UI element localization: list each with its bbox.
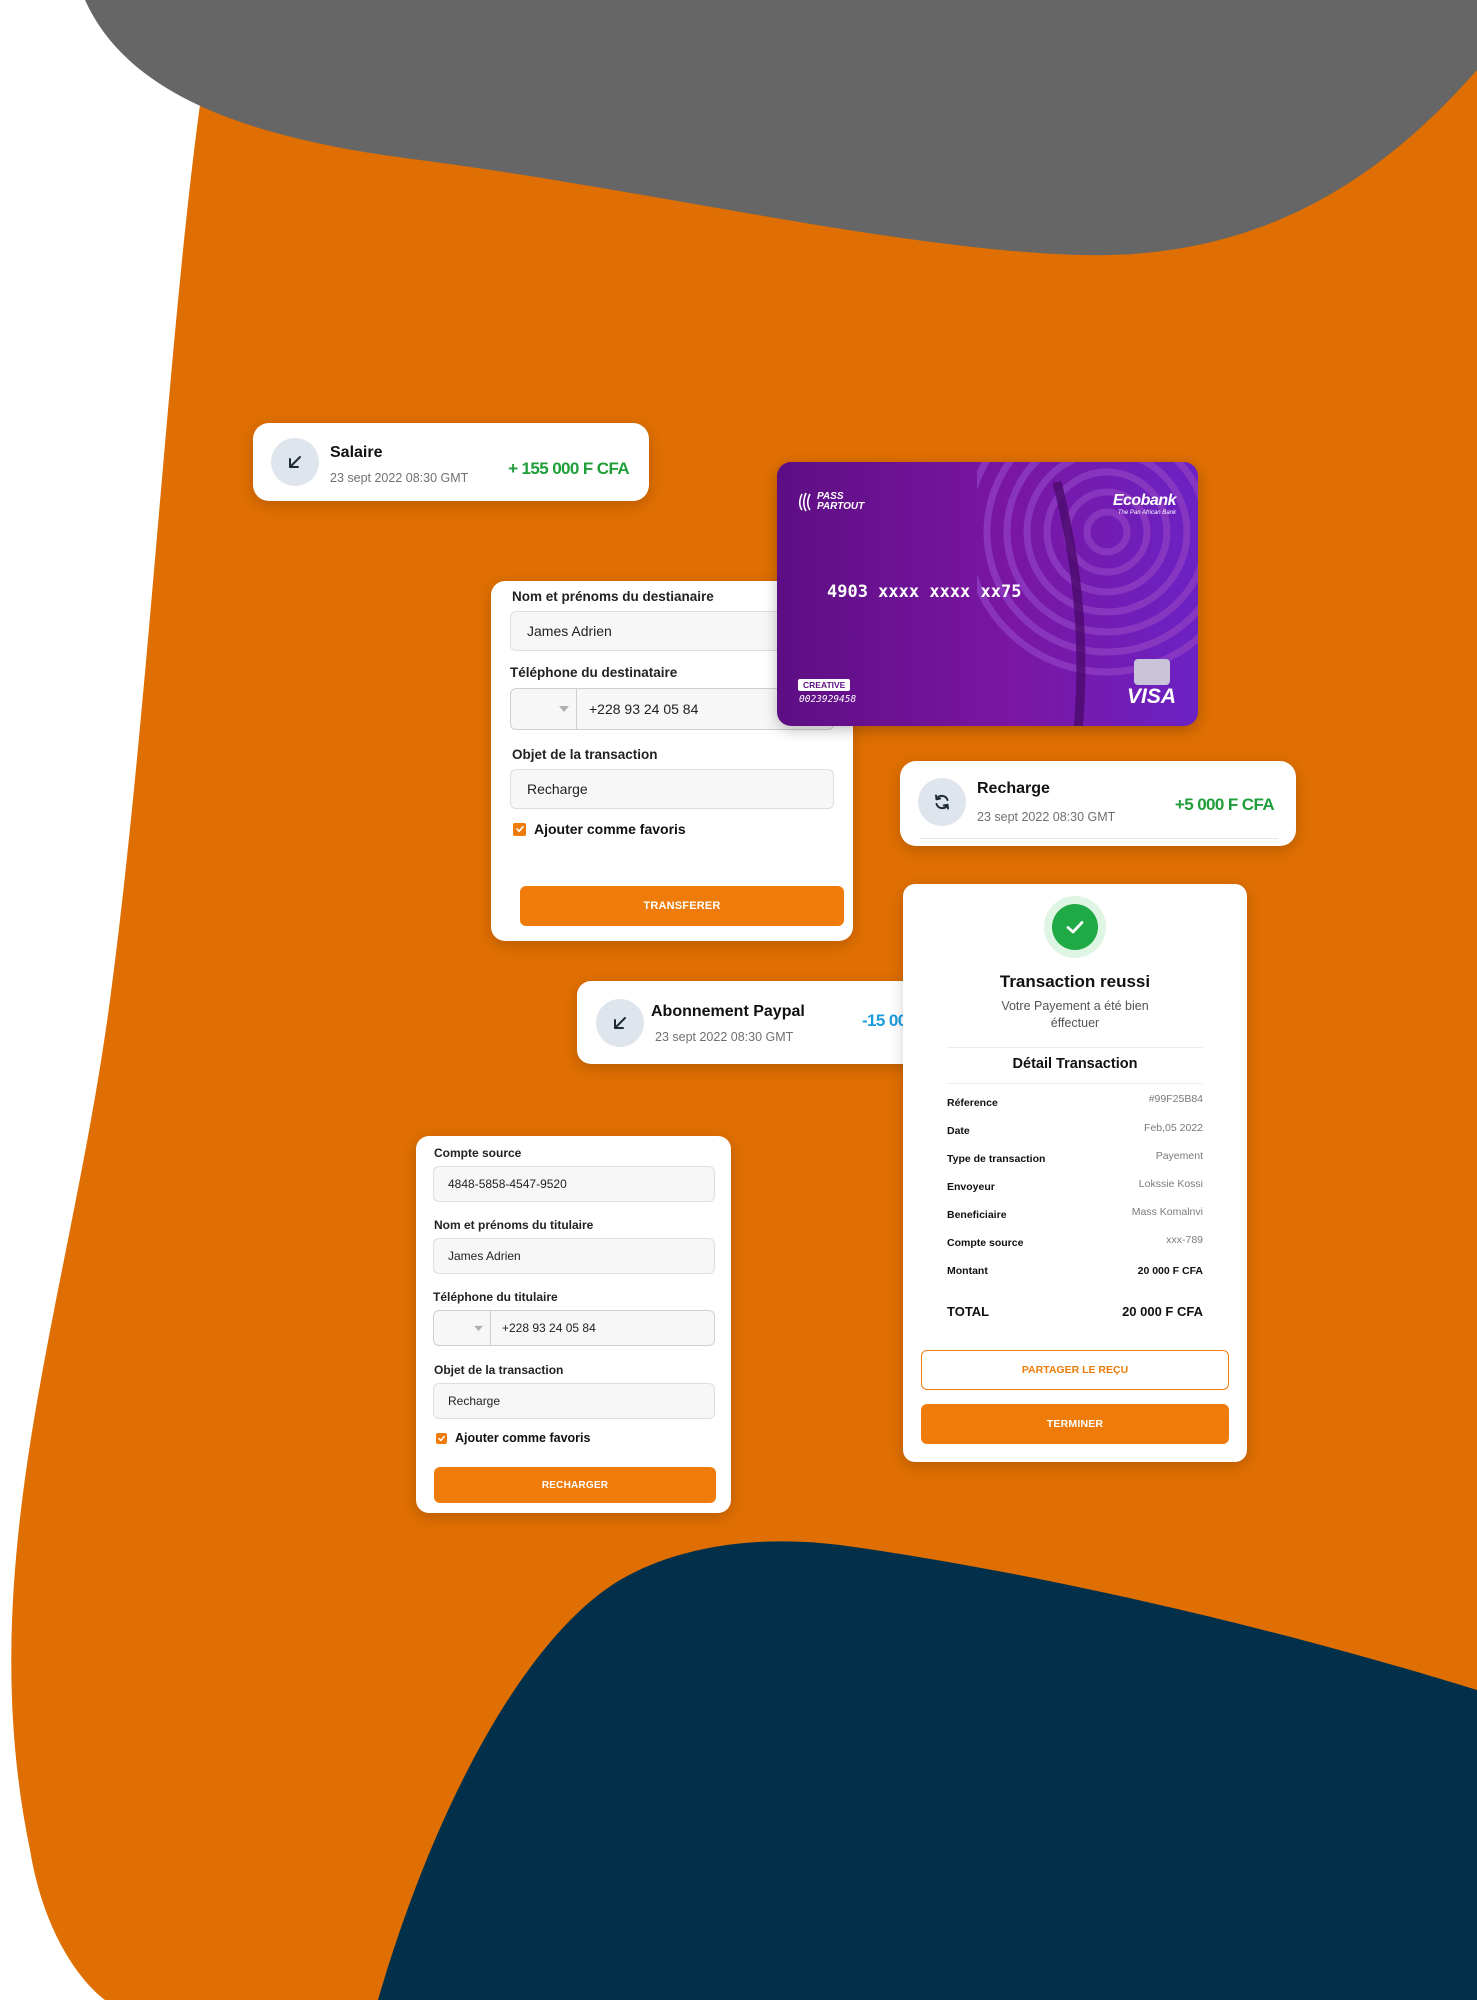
transaction-date: 23 sept 2022 08:30 GMT <box>655 1030 794 1044</box>
favorite-label: Ajouter comme favoris <box>534 821 686 837</box>
favorite-checkbox-row[interactable]: Ajouter comme favoris <box>436 1431 590 1445</box>
chevron-down-icon <box>474 1325 483 1331</box>
recharge-button[interactable]: RECHARGER <box>434 1467 716 1503</box>
detail-row-value: Lokssie Kossi <box>1138 1178 1203 1190</box>
refresh-icon <box>918 778 966 826</box>
favorite-checkbox-row[interactable]: Ajouter comme favoris <box>513 821 686 837</box>
share-receipt-button[interactable]: PARTAGER LE REÇU <box>921 1350 1229 1390</box>
phone-number-value: +228 93 24 05 84 <box>589 701 699 717</box>
transaction-date: 23 sept 2022 08:30 GMT <box>977 810 1116 824</box>
success-badge <box>1044 896 1106 958</box>
holder-phone-label: Téléphone du titulaire <box>433 1290 558 1304</box>
detail-row-label: Beneficiaire <box>947 1209 1007 1221</box>
checkbox-checked-icon[interactable] <box>513 822 526 836</box>
transaction-amount: + 155 000 F CFA <box>508 459 630 478</box>
transaction-title: Salaire <box>330 444 383 461</box>
visa-logo: VISA <box>1126 685 1176 708</box>
source-account-field[interactable]: 4848-5858-4547-9520 <box>433 1166 715 1202</box>
transaction-date: 23 sept 2022 08:30 GMT <box>330 471 469 485</box>
receipt-card: Transaction reussi Votre Payement a été … <box>903 884 1247 1462</box>
receipt-subtitle-line2: éffectuer <box>1050 1016 1100 1030</box>
recipient-phone-label: Téléphone du destinataire <box>510 665 678 680</box>
detail-row-value: Payement <box>1155 1150 1203 1162</box>
receipt-title: Transaction reussi <box>999 972 1151 991</box>
detail-row-value: xxx-789 <box>1166 1234 1203 1246</box>
country-code-select[interactable] <box>434 1311 491 1345</box>
transfer-button[interactable]: TRANSFERER <box>520 886 844 926</box>
transaction-title: Recharge <box>977 780 1050 797</box>
divider <box>947 1047 1203 1048</box>
pass-partout-logo: PASS PARTOUT <box>799 492 869 512</box>
source-account-label: Compte source <box>434 1146 522 1160</box>
transaction-title: Abonnement Paypal <box>651 1003 805 1020</box>
divider <box>920 838 1278 839</box>
arrow-down-left-icon <box>596 999 644 1047</box>
transaction-object-field[interactable]: Recharge <box>433 1383 715 1419</box>
bank-card: PASS PARTOUT Ecobank The Pan African Ban… <box>777 462 1198 726</box>
phone-number-value: +228 93 24 05 84 <box>502 1321 596 1335</box>
fingerprint-logo-icon <box>799 492 811 512</box>
total-value: 20 000 F CFA <box>1122 1304 1203 1319</box>
detail-row-value: Feb,05 2022 <box>1144 1122 1203 1134</box>
detail-row-label: Type de transaction <box>947 1153 1046 1165</box>
arrow-down-left-icon <box>271 438 319 486</box>
transaction-amount: +5 000 F CFA <box>1174 795 1275 814</box>
transaction-card-salaire[interactable]: Salaire 23 sept 2022 08:30 GMT + 155 000… <box>253 423 649 501</box>
bank-name: Ecobank The Pan African Bank <box>1112 492 1177 516</box>
holder-name-label: Nom et prénoms du titulaire <box>434 1218 594 1232</box>
recharge-form-card: Compte source 4848-5858-4547-9520 Nom et… <box>416 1136 731 1513</box>
favorite-label: Ajouter comme favoris <box>455 1431 591 1445</box>
card-number: 4903 xxxx xxxx xx75 <box>827 582 1022 602</box>
holder-phone-field[interactable]: +228 93 24 05 84 <box>433 1310 715 1346</box>
check-icon <box>1052 904 1098 950</box>
contactless-chip <box>1134 659 1170 685</box>
chevron-down-icon <box>559 706 569 712</box>
detail-row-label: Montant <box>947 1265 988 1277</box>
detail-row-label: Réference <box>947 1097 998 1109</box>
transaction-card-recharge[interactable]: Recharge 23 sept 2022 08:30 GMT +5 000 F… <box>900 761 1296 846</box>
holder-name-field[interactable]: James Adrien <box>433 1238 715 1274</box>
checkbox-checked-icon[interactable] <box>436 1432 447 1444</box>
detail-row-label: Compte source <box>947 1237 1024 1249</box>
detail-row-label: Envoyeur <box>947 1181 995 1193</box>
card-tier-badge: CREATIVE <box>798 679 851 691</box>
total-label: TOTAL <box>947 1304 990 1319</box>
receipt-subtitle-line1: Votre Payement a été bien <box>1001 999 1149 1013</box>
transaction-object-label: Objet de la transaction <box>434 1363 564 1377</box>
detail-row-value: Mass Komalnvi <box>1131 1206 1203 1218</box>
divider <box>947 1083 1203 1084</box>
receipt-section-title: Détail Transaction <box>1012 1056 1138 1072</box>
transaction-object-label: Objet de la transaction <box>512 747 658 762</box>
recipient-name-label: Nom et prénoms du destianaire <box>512 589 714 604</box>
detail-row-label: Date <box>947 1125 970 1137</box>
finish-button[interactable]: TERMINER <box>921 1404 1229 1444</box>
detail-row-value: 20 000 F CFA <box>1137 1265 1203 1277</box>
card-holder-id: 0023929458 <box>799 694 857 705</box>
country-code-select[interactable] <box>511 689 577 729</box>
transaction-object-field[interactable]: Recharge <box>510 769 834 809</box>
detail-row-value: #99F25B84 <box>1148 1093 1203 1105</box>
